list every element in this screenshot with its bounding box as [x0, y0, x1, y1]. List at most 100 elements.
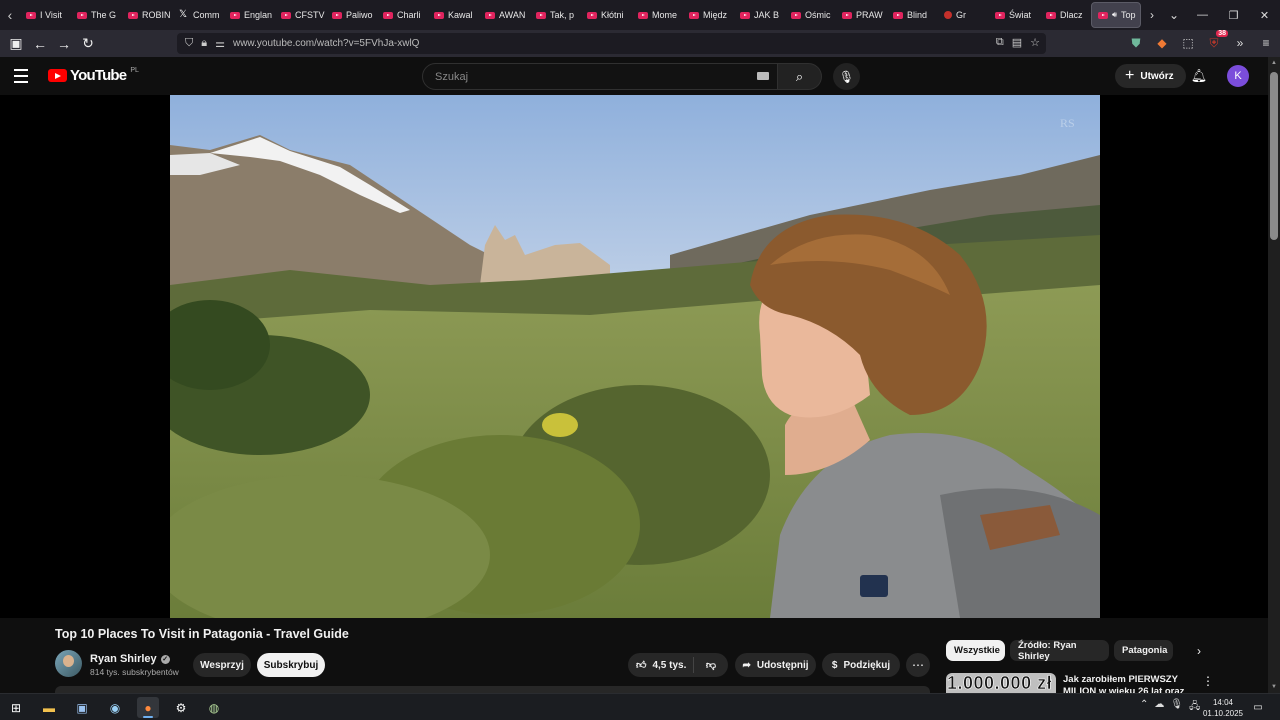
ublock-icon[interactable]: ⛨ 38: [1206, 30, 1228, 53]
file-explorer-icon[interactable]: ▬: [38, 697, 60, 718]
address-bar[interactable]: ⛉ 🔒︎ ⚌ www.youtube.com/watch?v=5FVhJa-xw…: [177, 33, 1046, 54]
vpn-shield-icon[interactable]: ⛊: [1128, 33, 1144, 53]
browser-tab[interactable]: Tak, p: [530, 0, 581, 30]
tray-overflow-icon[interactable]: ⌃: [1140, 699, 1148, 716]
app-menu-icon[interactable]: ≡: [1258, 33, 1274, 53]
more-actions-button[interactable]: ⋯: [906, 653, 930, 677]
close-window-icon[interactable]: ✕: [1249, 0, 1280, 30]
guide-menu-icon[interactable]: [14, 66, 34, 86]
browser-tab[interactable]: The G: [71, 0, 122, 30]
account-avatar[interactable]: K: [1227, 65, 1249, 87]
settings-gear-icon[interactable]: ⚙: [170, 697, 192, 718]
scroll-down-icon[interactable]: ▼: [1270, 684, 1278, 690]
subscribe-button[interactable]: Subskrybuj: [257, 653, 325, 677]
scroll-up-icon[interactable]: ▲: [1270, 60, 1278, 66]
description-box[interactable]: [55, 686, 930, 693]
browser-tab-label: Kłótni: [601, 10, 624, 20]
browser-tab[interactable]: Charli: [377, 0, 428, 30]
browser-tab[interactable]: 𝕏 Comm: [173, 0, 224, 30]
share-button[interactable]: ➦ Udostępnij: [735, 653, 816, 677]
tracking-shield-icon[interactable]: ⛉: [185, 37, 193, 50]
search-button[interactable]: ⌕: [778, 63, 822, 90]
youtube-favicon-icon: [995, 11, 1005, 19]
clock[interactable]: 14:04 01.10.2025: [1200, 697, 1246, 719]
permissions-icon[interactable]: ⚌: [215, 37, 225, 50]
onedrive-cloud-icon[interactable]: ☁: [1154, 699, 1164, 716]
steam-icon[interactable]: ◉: [104, 697, 126, 718]
url-text[interactable]: www.youtube.com/watch?v=5FVhJa-xwlQ: [233, 38, 419, 49]
lock-icon[interactable]: 🔒︎: [201, 37, 207, 50]
network-icon[interactable]: 🖧︎: [1189, 699, 1200, 716]
start-windows-icon[interactable]: ⊞: [5, 697, 27, 718]
support-button[interactable]: Wesprzyj: [193, 653, 251, 677]
notifications-bell-icon[interactable]: 🔔︎: [1190, 67, 1208, 85]
browser-tab[interactable]: PRAW: [836, 0, 887, 30]
browser-tab[interactable]: Kłótni: [581, 0, 632, 30]
thanks-label: Podziękuj: [843, 659, 891, 671]
dislike-button[interactable]: 👎︎: [694, 659, 728, 671]
browser-tab[interactable]: Międz: [683, 0, 734, 30]
forward-icon[interactable]: →: [52, 32, 76, 56]
picture-in-picture-icon[interactable]: ⧉: [996, 36, 1004, 49]
page-scrollbar[interactable]: ▲ ▼: [1268, 57, 1280, 693]
browser-tab[interactable]: Gr: [938, 0, 989, 30]
bookmark-star-icon[interactable]: ☆: [1030, 36, 1040, 49]
sidebar-toggle-icon[interactable]: ▣: [4, 32, 28, 56]
browser-tab[interactable]: Englan: [224, 0, 275, 30]
youtube-favicon-icon: [740, 11, 750, 19]
remote-desktop-icon[interactable]: ▣: [71, 697, 93, 718]
thumbs-down-icon: 👎︎: [705, 660, 717, 671]
chip-all[interactable]: Wszystkie: [946, 640, 1005, 661]
browser-tab[interactable]: ROBIN: [122, 0, 173, 30]
recommended-thumbnail[interactable]: 1.000.000 zł: [946, 673, 1056, 693]
browser-tab[interactable]: Paliwo: [326, 0, 377, 30]
chip-patagonia[interactable]: Patagonia: [1114, 640, 1173, 661]
browser-tab[interactable]: Dlacz: [1040, 0, 1091, 30]
browser-tab-label: Świat: [1009, 10, 1032, 20]
channel-name[interactable]: Ryan Shirley ✓: [90, 653, 170, 665]
create-button[interactable]: + Utwórz: [1115, 64, 1186, 88]
back-icon[interactable]: ←: [28, 32, 52, 56]
browser-tab[interactable]: AWAN: [479, 0, 530, 30]
search-input[interactable]: Szukaj: [422, 63, 778, 90]
fox-extension-icon[interactable]: ◆: [1154, 33, 1170, 53]
like-button[interactable]: 👍︎ 4,5 tys.: [628, 657, 694, 673]
tab-audio-speaker-icon[interactable]: 🔊︎: [1112, 10, 1117, 20]
channel-avatar[interactable]: [55, 650, 82, 677]
youtube-favicon-icon: [893, 11, 903, 19]
keyboard-icon[interactable]: [757, 72, 769, 80]
list-all-tabs-icon[interactable]: ⌄: [1163, 0, 1185, 30]
firefox-icon[interactable]: ●: [137, 697, 159, 718]
microphone-tray-icon[interactable]: 🎙︎: [1170, 699, 1183, 716]
browser-tab-label: ROBIN: [142, 10, 171, 20]
overflow-chevron-icon[interactable]: »: [1232, 33, 1248, 53]
restore-icon[interactable]: ❐: [1218, 0, 1249, 30]
app-icon[interactable]: ◍: [203, 697, 225, 718]
browser-tab[interactable]: Ośmic: [785, 0, 836, 30]
browser-tab[interactable]: Blind: [887, 0, 938, 30]
tabs-scroll-right-icon[interactable]: ›: [1141, 0, 1163, 30]
reload-icon[interactable]: ↻: [76, 32, 100, 56]
browser-tab[interactable]: Kawal: [428, 0, 479, 30]
minimize-icon[interactable]: —: [1187, 0, 1218, 30]
browser-tab[interactable]: Świat: [989, 0, 1040, 30]
voice-search-button[interactable]: 🎙︎: [833, 63, 860, 90]
reader-view-icon[interactable]: ▤: [1012, 36, 1022, 49]
thanks-button[interactable]: $ Podziękuj: [822, 653, 900, 677]
recommended-title[interactable]: Jak zarobiłem PIERWSZY MILION w wieku 26…: [1063, 674, 1193, 693]
browser-tab[interactable]: 🔊︎ Top: [1091, 2, 1141, 28]
video-player[interactable]: RS: [170, 95, 1100, 618]
scrollbar-thumb[interactable]: [1270, 72, 1278, 240]
browser-tab[interactable]: CFSTV: [275, 0, 326, 30]
extensions-puzzle-icon[interactable]: ⬚: [1180, 33, 1196, 53]
notification-center-icon[interactable]: ▭: [1251, 700, 1265, 714]
browser-tab[interactable]: I Visit: [20, 0, 71, 30]
browser-tab-label: Top: [1121, 10, 1136, 20]
recommended-menu-icon[interactable]: ⋮: [1202, 673, 1214, 689]
browser-tab[interactable]: JAK B: [734, 0, 785, 30]
tabs-scroll-left-icon[interactable]: ‹: [0, 0, 20, 30]
browser-tab[interactable]: Mome: [632, 0, 683, 30]
chip-from-channel[interactable]: Źródło: Ryan Shirley: [1010, 640, 1109, 662]
youtube-logo[interactable]: YouTube PL: [48, 67, 139, 84]
chips-next-icon[interactable]: ›: [1190, 641, 1208, 661]
